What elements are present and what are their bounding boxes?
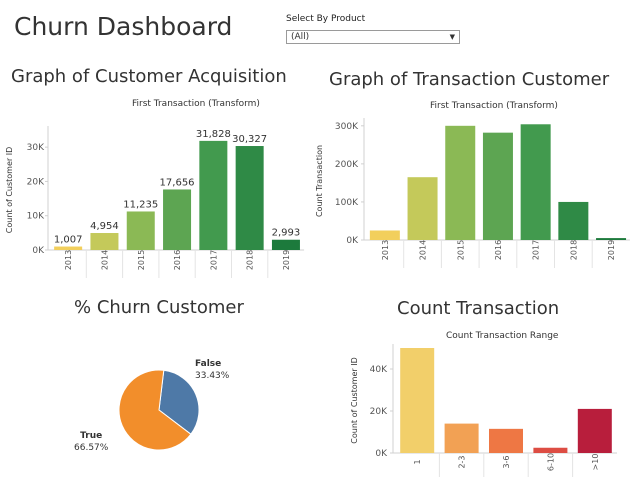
y-tick-label: 100K bbox=[335, 198, 359, 208]
x-tick-label: 2015 bbox=[137, 250, 146, 270]
bar-2-3 bbox=[444, 423, 479, 453]
bar-6-10 bbox=[533, 447, 568, 453]
pie-label-true: True 66.57% bbox=[74, 430, 108, 454]
x-tick-label: 2019 bbox=[282, 250, 291, 270]
bar-2016 bbox=[482, 132, 513, 240]
pie-label-true-pct: 66.57% bbox=[74, 443, 109, 453]
bar-2017 bbox=[520, 124, 551, 240]
x-tick-label: 2017 bbox=[532, 240, 541, 260]
bar-2018 bbox=[235, 146, 264, 250]
bar-2016 bbox=[163, 189, 192, 250]
product-filter-label: Select By Product bbox=[286, 14, 366, 24]
bar-2017 bbox=[199, 140, 228, 250]
x-tick-label: 3-6 bbox=[502, 455, 511, 468]
page-title: Churn Dashboard bbox=[14, 12, 233, 41]
data-label: 30,327 bbox=[232, 134, 267, 145]
x-tick-label: 2016 bbox=[494, 240, 503, 260]
pie-label-false: False 33.43% bbox=[195, 358, 229, 382]
x-tick-label: 6-10 bbox=[546, 453, 555, 471]
x-tick-label: 2-3 bbox=[458, 455, 467, 468]
pie-label-true-name: True bbox=[80, 431, 103, 441]
y-tick-label: 20K bbox=[370, 407, 388, 417]
bar-2019 bbox=[596, 238, 627, 240]
bar-2015 bbox=[445, 125, 476, 240]
y-tick-label: 30K bbox=[27, 143, 45, 153]
transaction-section-title: Graph of Transaction Customer bbox=[329, 69, 610, 90]
x-tick-label: 2013 bbox=[381, 240, 390, 260]
count-transaction-bar-chart: Count of Customer ID 0K 20K 40K 1 2-3 3-6 6-10 >… bbox=[350, 344, 617, 477]
x-tick-label: 2017 bbox=[209, 250, 218, 270]
y-tick-label: 300K bbox=[335, 122, 359, 132]
y-tick-label: 20K bbox=[27, 177, 45, 187]
acquisition-bar-chart: Count of Customer ID 0K 10K 20K 30K 1,007 2013… bbox=[5, 126, 305, 278]
data-label: 11,235 bbox=[123, 199, 158, 210]
x-tick-label: 2018 bbox=[569, 240, 578, 260]
y-tick-label: 200K bbox=[335, 160, 359, 170]
x-tick-label: 2016 bbox=[173, 250, 182, 270]
bar-2015 bbox=[126, 211, 155, 250]
bar-2014 bbox=[407, 177, 438, 240]
x-tick-label: 2014 bbox=[100, 250, 109, 270]
bar-2013 bbox=[369, 230, 400, 240]
bar-2014 bbox=[90, 233, 119, 250]
bar->10 bbox=[577, 408, 612, 453]
data-label: 17,656 bbox=[160, 177, 195, 188]
x-tick-label: 2018 bbox=[246, 250, 255, 270]
bar-3-6 bbox=[489, 428, 523, 453]
x-tick-label: 2014 bbox=[419, 240, 428, 260]
data-label: 31,828 bbox=[196, 129, 231, 140]
y-tick-label: 0K bbox=[375, 449, 388, 459]
count-transaction-section-title: Count Transaction bbox=[397, 298, 560, 319]
y-axis-label: Count of Customer ID bbox=[5, 147, 14, 233]
churn-section-title: % Churn Customer bbox=[74, 297, 244, 318]
x-tick-label: 2015 bbox=[456, 240, 465, 260]
bar-1 bbox=[400, 348, 435, 453]
x-tick-label: 1 bbox=[413, 459, 422, 464]
data-label: 2,993 bbox=[272, 228, 301, 239]
bar-2018 bbox=[558, 201, 589, 240]
y-tick-label: 10K bbox=[27, 212, 45, 222]
transaction-chart-subtitle: First Transaction (Transform) bbox=[430, 101, 558, 111]
y-axis-label: Count Transaction bbox=[315, 145, 324, 217]
transaction-bar-chart: Count Transaction 0K 100K 200K 300K 2013 2014 2… bbox=[315, 118, 630, 268]
pie-label-false-pct: 33.43% bbox=[195, 371, 230, 381]
x-tick-label: >10 bbox=[591, 454, 600, 471]
count-transaction-chart-subtitle: Count Transaction Range bbox=[446, 331, 559, 341]
data-label: 1,007 bbox=[54, 235, 83, 246]
x-tick-label: 2013 bbox=[64, 250, 73, 270]
pie-label-false-name: False bbox=[195, 359, 222, 369]
product-filter-select[interactable]: (All) ▼ bbox=[286, 30, 460, 44]
product-filter-value: (All) bbox=[291, 32, 310, 42]
y-axis-label: Count of Customer ID bbox=[350, 357, 359, 443]
y-tick-label: 0K bbox=[346, 236, 359, 246]
y-tick-label: 40K bbox=[370, 365, 388, 375]
x-tick-label: 2019 bbox=[607, 240, 616, 260]
acquisition-chart-subtitle: First Transaction (Transform) bbox=[132, 99, 260, 109]
bar-2019 bbox=[271, 239, 300, 250]
y-tick-label: 0K bbox=[32, 246, 45, 256]
dropdown-arrow-icon: ▼ bbox=[449, 33, 455, 41]
bar-2013 bbox=[54, 246, 83, 250]
data-label: 4,954 bbox=[90, 221, 119, 232]
acquisition-section-title: Graph of Customer Acquisition bbox=[11, 66, 287, 87]
